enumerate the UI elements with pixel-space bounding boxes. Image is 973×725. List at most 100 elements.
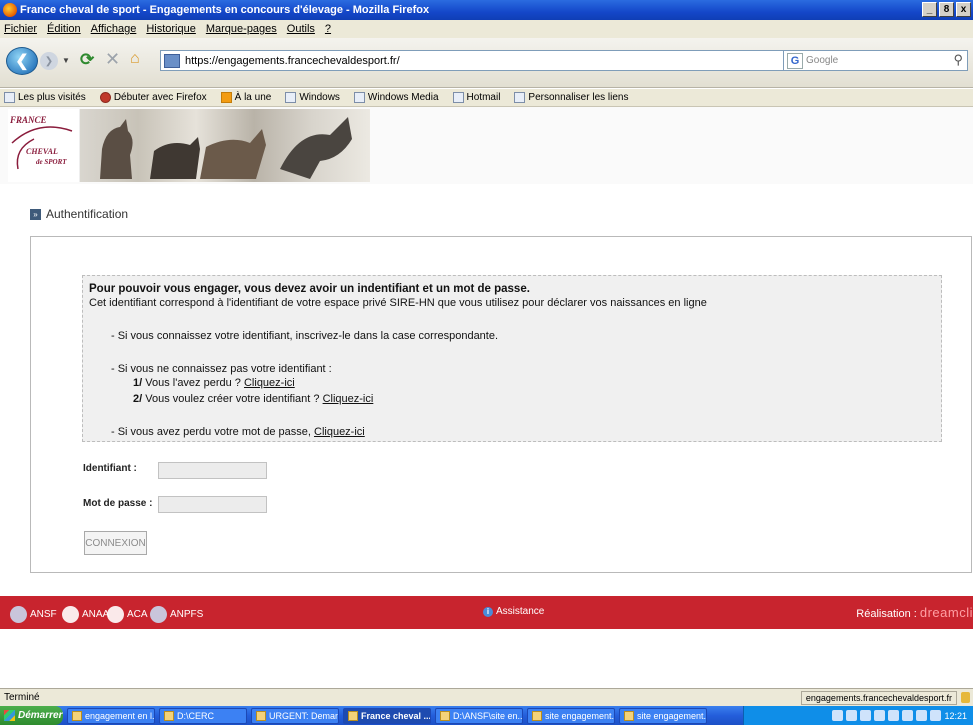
network-icon[interactable] — [930, 710, 942, 721]
folder-icon — [440, 710, 450, 721]
menu-historique[interactable]: Historique — [146, 23, 196, 35]
bookmark-label: Personnaliser les liens — [528, 92, 629, 103]
google-engine-icon[interactable]: G — [787, 52, 803, 69]
identifiant-input[interactable] — [158, 462, 267, 479]
firefox-icon — [3, 3, 17, 17]
tray-icon[interactable] — [846, 710, 858, 721]
identifiant-label: Identifiant : — [83, 463, 137, 474]
password-label: Mot de passe : — [83, 498, 153, 509]
partner-label: ACA — [127, 609, 148, 620]
system-tray: 12:21 — [743, 706, 973, 725]
menu-affichage[interactable]: Affichage — [91, 23, 137, 35]
menu-fichier[interactable]: Fichier — [4, 23, 37, 35]
password-input[interactable] — [158, 496, 267, 513]
lost-id-link[interactable]: Cliquez-ici — [244, 377, 295, 389]
partner-anpfs[interactable]: ANPFS — [150, 606, 203, 623]
assistance-link[interactable]: i Assistance — [483, 606, 544, 617]
bookmark-personnaliser[interactable]: Personnaliser les liens — [514, 92, 628, 103]
clock[interactable]: 12:21 — [944, 711, 967, 721]
search-icon[interactable]: ⚲ — [953, 52, 963, 68]
bookmark-label: Hotmail — [466, 92, 501, 103]
horses-banner-image — [80, 109, 370, 182]
url-text[interactable]: https://engagements.francechevaldesport.… — [185, 55, 400, 67]
menu-bar: Fichier Édition Affichage Historique Mar… — [0, 20, 973, 38]
site-logo[interactable]: FRANCE CHEVAL de SPORT — [8, 109, 80, 182]
url-bar[interactable]: https://engagements.francechevaldesport.… — [160, 50, 843, 71]
forward-button[interactable]: ❯ — [40, 52, 58, 70]
realisation-credit[interactable]: Réalisation : dreamcli — [856, 605, 973, 620]
taskbar-item[interactable]: D:\ANSF\site en... — [435, 707, 523, 724]
login-instructions: Pour pouvoir vous engager, vous devez av… — [82, 275, 942, 442]
site-identity-icon[interactable] — [164, 53, 180, 68]
taskbar-item-active[interactable]: France cheval ... — [343, 707, 431, 724]
tray-icon[interactable] — [874, 710, 886, 721]
bookmark-windows-media[interactable]: Windows Media — [353, 92, 439, 103]
page-icon — [514, 92, 526, 103]
aca-logo-icon — [107, 606, 124, 623]
partner-ansf[interactable]: ANSF — [10, 606, 57, 623]
ansf-logo-icon — [10, 606, 27, 623]
section-title-text: Authentification — [46, 207, 129, 221]
taskbar-item[interactable]: site engagement... — [527, 707, 615, 724]
firefox-icon — [348, 710, 358, 721]
logo-text: de SPORT — [36, 158, 67, 166]
bookmark-a-la-une[interactable]: À la une — [220, 92, 272, 103]
anpfs-logo-icon — [150, 606, 167, 623]
connexion-button[interactable]: CONNEXION — [84, 531, 147, 555]
step-number: 1/ — [133, 377, 143, 389]
lost-password-link[interactable]: Cliquez-ici — [314, 426, 365, 438]
start-button[interactable]: Démarrer — [0, 706, 63, 725]
stop-icon[interactable]: ✕ — [105, 49, 120, 70]
status-text: Terminé — [4, 692, 40, 703]
history-dropdown-icon[interactable]: ▼ — [62, 56, 70, 65]
menu-help[interactable]: ? — [325, 23, 331, 35]
window-titlebar[interactable]: France cheval de sport - Engagements en … — [0, 0, 973, 20]
taskbar-item[interactable]: engagement en l... — [67, 707, 155, 724]
partner-aca[interactable]: ACA — [107, 606, 148, 623]
app-icon — [72, 710, 82, 721]
browser-window: France cheval de sport - Engagements en … — [0, 0, 973, 725]
volume-icon[interactable] — [916, 710, 928, 721]
lock-icon[interactable] — [961, 692, 970, 703]
bookmark-windows[interactable]: Windows — [285, 92, 340, 103]
tray-icon[interactable] — [902, 710, 914, 721]
logo-text: CHEVAL — [26, 147, 58, 156]
instruction-lost-id: 1/ Vous l'avez perdu ? Cliquez-ici — [133, 377, 295, 389]
minimize-button[interactable]: _ — [922, 2, 937, 17]
task-label: D:\ANSF\site en... — [453, 710, 523, 721]
menu-edition[interactable]: Édition — [47, 23, 81, 35]
bookmark-hotmail[interactable]: Hotmail — [452, 92, 501, 103]
search-bar[interactable]: G Google ⚲ — [783, 50, 968, 71]
partner-anaa[interactable]: ANAA — [62, 606, 109, 623]
step-text: Vous l'avez perdu ? — [145, 377, 241, 389]
back-arrow-icon: ❮ — [15, 53, 29, 70]
tray-icon[interactable] — [888, 710, 900, 721]
bookmark-les-plus-visites[interactable]: Les plus visités — [4, 92, 86, 103]
reload-icon[interactable]: ⟳ — [80, 50, 94, 70]
close-button[interactable]: x — [956, 2, 971, 17]
bookmark-label: Windows Media — [367, 92, 439, 103]
menu-outils[interactable]: Outils — [287, 23, 315, 35]
bookmark-debuter-firefox[interactable]: Débuter avec Firefox — [99, 92, 207, 103]
window-title: France cheval de sport - Engagements en … — [20, 4, 430, 16]
bookmark-label: À la une — [234, 92, 272, 103]
search-placeholder[interactable]: Google — [806, 55, 838, 66]
partner-label: ANAA — [82, 609, 110, 620]
taskbar-item[interactable]: URGENT: Deman... — [251, 707, 339, 724]
create-id-link[interactable]: Cliquez-ici — [323, 393, 374, 405]
status-domain[interactable]: engagements.francechevaldesport.fr — [800, 691, 957, 705]
taskbar-item[interactable]: D:\CERC — [159, 707, 247, 724]
menu-marque-pages[interactable]: Marque-pages — [206, 23, 277, 35]
tray-icon[interactable] — [832, 710, 844, 721]
anaa-logo-icon — [62, 606, 79, 623]
task-label: site engagement... — [545, 710, 615, 721]
dreamclic-logo: dreamcli — [919, 605, 973, 620]
section-title: » Authentification — [30, 207, 128, 221]
home-icon[interactable]: ⌂ — [130, 50, 140, 68]
maximize-button[interactable]: 8 — [939, 2, 954, 17]
bookmark-label: Débuter avec Firefox — [113, 92, 207, 103]
start-label: Démarrer — [18, 710, 63, 721]
tray-icon[interactable] — [860, 710, 872, 721]
back-button[interactable]: ❮ — [6, 47, 38, 75]
taskbar-item[interactable]: site engagement... — [619, 707, 707, 724]
